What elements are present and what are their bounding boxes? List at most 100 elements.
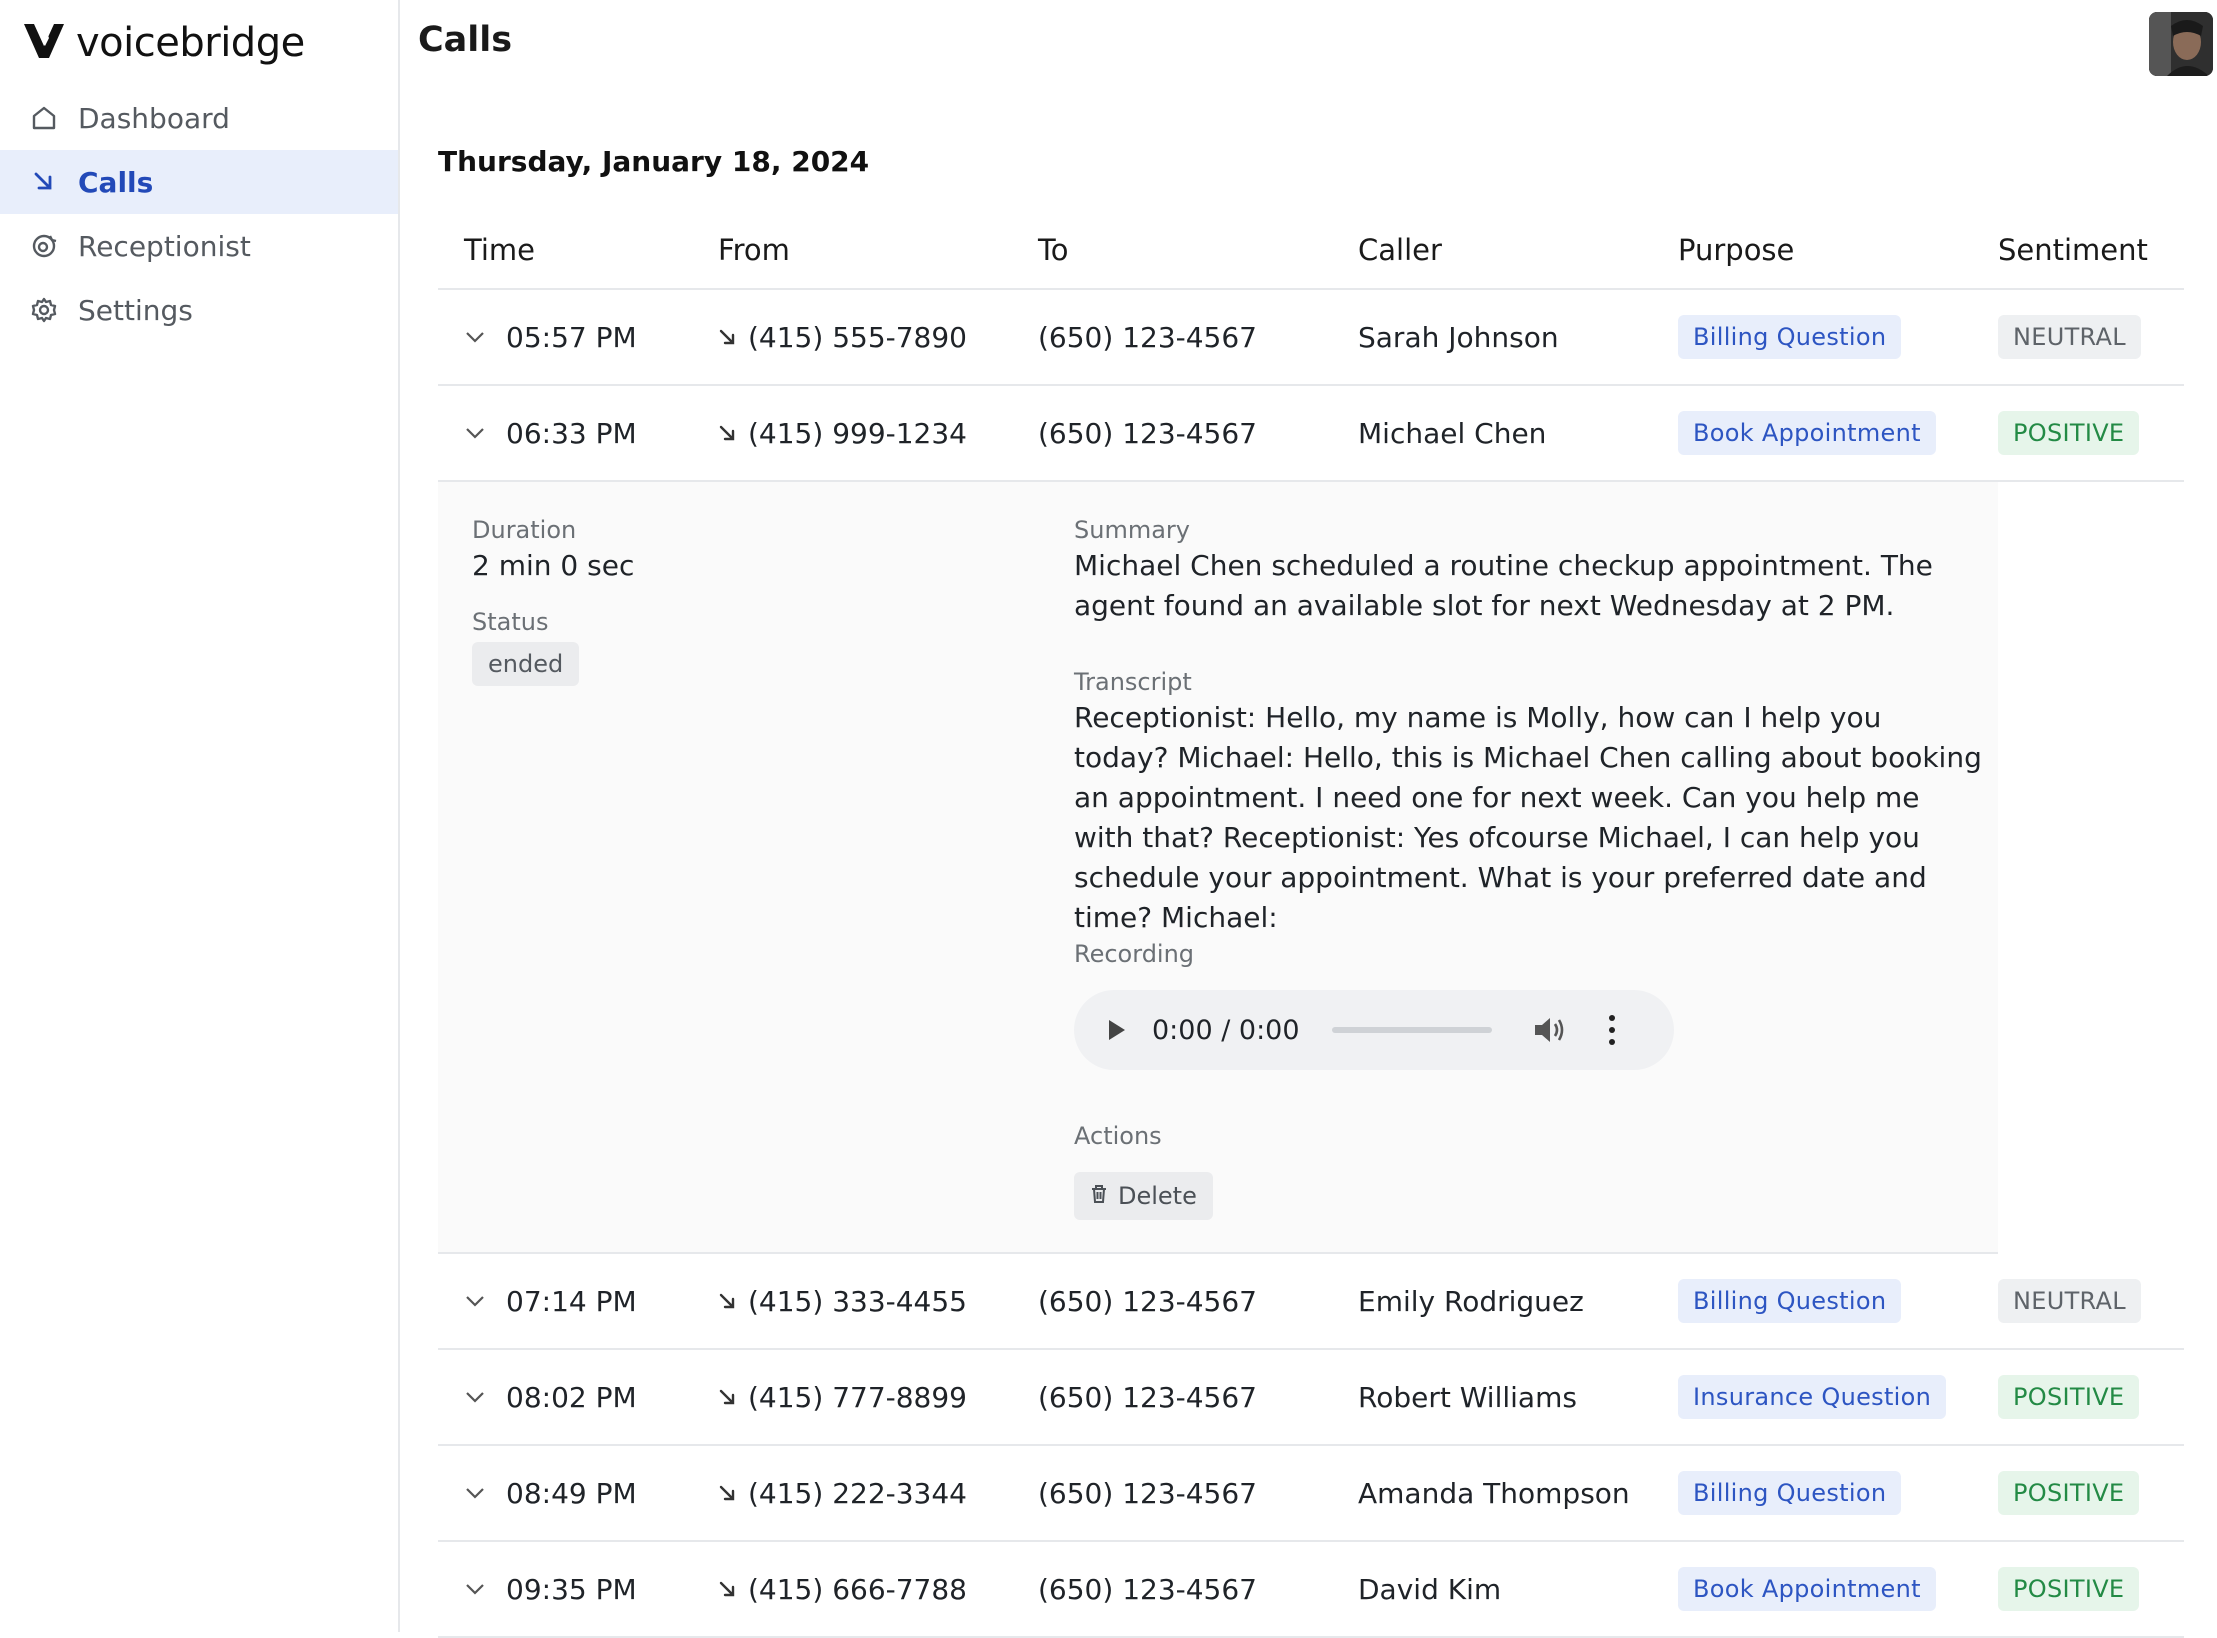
recording-label: Recording: [1074, 940, 1195, 968]
purpose-badge: Billing Question: [1678, 1279, 1902, 1323]
call-from: (415) 333-4455: [748, 1284, 967, 1318]
sidebar-item-receptionist[interactable]: Receptionist: [0, 214, 398, 278]
audio-progress-slider[interactable]: [1331, 1027, 1492, 1033]
call-time: 09:35 PM: [506, 1572, 637, 1606]
incoming-arrow-icon: [718, 1484, 736, 1502]
date-heading: Thursday, January 18, 2024: [438, 145, 870, 178]
column-header-caller: Caller: [1358, 233, 1442, 267]
column-header-time: Time: [464, 233, 535, 267]
brand[interactable]: voicebridge: [22, 18, 305, 68]
table-row[interactable]: 05:57 PM (415) 555-7890 (650) 123-4567 S…: [438, 290, 2184, 386]
chevron-down-icon[interactable]: [464, 1486, 486, 1500]
page-title: Calls: [418, 20, 513, 60]
sidebar: voicebridge Dashboard Calls Receptionist…: [0, 0, 400, 1632]
call-from: (415) 666-7788: [748, 1572, 967, 1606]
chevron-down-icon[interactable]: [464, 1390, 486, 1404]
purpose-badge: Billing Question: [1678, 1471, 1902, 1515]
call-to: (650) 123-4567: [1038, 320, 1257, 354]
audio-player: 0:00 / 0:00: [1074, 990, 1674, 1070]
chevron-down-icon[interactable]: [464, 426, 486, 440]
call-to: (650) 123-4567: [1038, 1572, 1257, 1606]
caller-name: Robert Williams: [1358, 1380, 1577, 1414]
purpose-badge: Billing Question: [1678, 315, 1902, 359]
table-row[interactable]: 06:33 PM (415) 999-1234 (650) 123-4567 M…: [438, 386, 2184, 482]
caller-name: David Kim: [1358, 1572, 1502, 1606]
incoming-arrow-icon: [718, 1388, 736, 1406]
sidebar-nav: Dashboard Calls Receptionist Settings: [0, 86, 398, 342]
sentiment-badge: NEUTRAL: [1998, 315, 2141, 359]
call-to: (650) 123-4567: [1038, 1476, 1257, 1510]
call-to: (650) 123-4567: [1038, 416, 1257, 450]
play-icon[interactable]: [1102, 1015, 1132, 1045]
sentiment-badge: POSITIVE: [1998, 411, 2140, 455]
column-header-sentiment: Sentiment: [1998, 233, 2148, 267]
call-from: (415) 222-3344: [748, 1476, 967, 1510]
call-from: (415) 777-8899: [748, 1380, 967, 1414]
incoming-arrow-icon: [718, 328, 736, 346]
gear-icon: [28, 294, 60, 326]
call-detail-panel: Duration 2 min 0 sec Status ended Summar…: [438, 482, 1998, 1254]
table-row[interactable]: 07:14 PM (415) 333-4455 (650) 123-4567 E…: [438, 1254, 2184, 1350]
column-header-from: From: [718, 233, 790, 267]
call-time: 05:57 PM: [506, 320, 637, 354]
incoming-arrow-icon: [718, 424, 736, 442]
brand-name: voicebridge: [76, 20, 305, 66]
call-time: 06:33 PM: [506, 416, 637, 450]
transcript-label: Transcript: [1074, 668, 1192, 696]
call-from: (415) 555-7890: [748, 320, 967, 354]
chevron-down-icon[interactable]: [464, 1582, 486, 1596]
column-header-to: To: [1038, 233, 1069, 267]
table-header: Time From To Caller Purpose Sentiment: [438, 212, 2184, 290]
sentiment-badge: POSITIVE: [1998, 1471, 2140, 1515]
status-badge: ended: [472, 642, 580, 686]
receptionist-icon: [28, 230, 60, 262]
volume-icon[interactable]: [1532, 1013, 1568, 1047]
more-options-icon[interactable]: [1606, 1015, 1618, 1045]
home-icon: [28, 102, 60, 134]
status-label: Status: [472, 608, 549, 636]
purpose-badge: Book Appointment: [1678, 411, 1936, 455]
call-time: 08:02 PM: [506, 1380, 637, 1414]
table-row[interactable]: 08:02 PM (415) 777-8899 (650) 123-4567 R…: [438, 1350, 2184, 1446]
incoming-call-icon: [28, 166, 60, 198]
chevron-down-icon[interactable]: [464, 330, 486, 344]
summary-label: Summary: [1074, 516, 1190, 544]
voicebridge-logo-icon: [22, 20, 66, 66]
actions-label: Actions: [1074, 1122, 1162, 1150]
sidebar-item-label: Receptionist: [78, 229, 251, 263]
sentiment-badge: NEUTRAL: [1998, 1279, 2141, 1323]
table-row[interactable]: 09:35 PM (415) 666-7788 (650) 123-4567 D…: [438, 1542, 2184, 1638]
chevron-down-icon[interactable]: [464, 1294, 486, 1308]
purpose-badge: Book Appointment: [1678, 1567, 1936, 1611]
call-to: (650) 123-4567: [1038, 1284, 1257, 1318]
summary-text: Michael Chen scheduled a routine checkup…: [1074, 549, 1933, 622]
avatar[interactable]: [2149, 12, 2213, 76]
delete-button[interactable]: Delete: [1074, 1172, 1213, 1220]
sidebar-item-label: Calls: [78, 165, 154, 199]
duration-value: 2 min 0 sec: [472, 549, 635, 582]
delete-label: Delete: [1118, 1182, 1197, 1210]
transcript-text: Receptionist: Hello, my name is Molly, h…: [1074, 701, 1982, 934]
caller-name: Sarah Johnson: [1358, 320, 1559, 354]
call-to: (650) 123-4567: [1038, 1380, 1257, 1414]
duration-label: Duration: [472, 516, 577, 544]
sentiment-badge: POSITIVE: [1998, 1375, 2140, 1419]
table-row[interactable]: 08:49 PM (415) 222-3344 (650) 123-4567 A…: [438, 1446, 2184, 1542]
sidebar-item-label: Settings: [78, 293, 193, 327]
calls-table: Time From To Caller Purpose Sentiment 05…: [438, 212, 2184, 1638]
sidebar-item-label: Dashboard: [78, 101, 230, 135]
incoming-arrow-icon: [718, 1580, 736, 1598]
column-header-purpose: Purpose: [1678, 233, 1795, 267]
sentiment-badge: POSITIVE: [1998, 1567, 2140, 1611]
caller-name: Michael Chen: [1358, 416, 1547, 450]
caller-name: Amanda Thompson: [1358, 1476, 1630, 1510]
main-content: Calls Thursday, January 18, 2024 Time Fr…: [402, 0, 2217, 1638]
purpose-badge: Insurance Question: [1678, 1375, 1947, 1419]
sidebar-item-settings[interactable]: Settings: [0, 278, 398, 342]
sidebar-item-dashboard[interactable]: Dashboard: [0, 86, 398, 150]
sidebar-item-calls[interactable]: Calls: [0, 150, 398, 214]
call-time: 08:49 PM: [506, 1476, 637, 1510]
call-time: 07:14 PM: [506, 1284, 637, 1318]
incoming-arrow-icon: [718, 1292, 736, 1310]
caller-name: Emily Rodriguez: [1358, 1284, 1584, 1318]
